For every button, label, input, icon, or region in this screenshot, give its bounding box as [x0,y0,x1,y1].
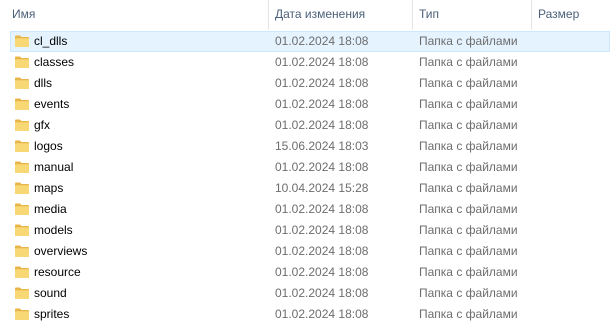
folder-icon [14,202,30,216]
folder-icon [14,181,30,195]
file-date-modified: 01.02.2024 18:08 [275,265,369,279]
file-row[interactable]: resource 01.02.2024 18:08 Папка с файлами [10,262,610,283]
file-type: Папка с файлами [419,286,518,300]
folder-icon [14,286,30,300]
file-name: dlls [34,76,53,90]
file-row[interactable]: manual 01.02.2024 18:08 Папка с файлами [10,157,610,178]
sort-ascending-icon: ⌃ [137,0,146,7]
folder-icon [14,244,30,258]
file-type: Папка с файлами [419,118,518,132]
file-row[interactable]: classes 01.02.2024 18:08 Папка с файлами [10,52,610,73]
file-type: Папка с файлами [419,55,518,69]
column-header-date-label: Дата изменения [275,7,366,21]
column-header-size[interactable]: Размер [531,0,610,30]
file-row[interactable]: sprites 01.02.2024 18:08 Папка с файлами [10,304,610,325]
file-name: cl_dlls [34,34,68,48]
file-name: resource [34,265,81,279]
file-type: Папка с файлами [419,181,518,195]
folder-icon [14,160,30,174]
folder-icon [14,265,30,279]
file-type: Папка с файлами [419,76,518,90]
file-name: overviews [34,244,88,258]
file-date-modified: 01.02.2024 18:08 [275,55,369,69]
file-type: Папка с файлами [419,139,518,153]
file-row[interactable]: events 01.02.2024 18:08 Папка с файлами [10,94,610,115]
file-row[interactable]: cl_dlls 01.02.2024 18:08 Папка с файлами [10,31,610,52]
file-name: events [34,97,70,111]
file-name: models [34,223,73,237]
file-date-modified: 10.04.2024 15:28 [275,181,369,195]
column-header-date[interactable]: Дата изменения [268,0,411,30]
file-date-modified: 01.02.2024 18:08 [275,76,369,90]
file-date-modified: 01.02.2024 18:08 [275,202,369,216]
file-date-modified: 01.02.2024 18:08 [275,97,369,111]
folder-icon [14,55,30,69]
file-date-modified: 01.02.2024 18:08 [275,244,369,258]
folder-icon [14,76,30,90]
folder-icon [14,97,30,111]
file-type: Папка с файлами [419,160,518,174]
column-header-type-label: Тип [419,7,440,21]
file-date-modified: 01.02.2024 18:08 [275,34,369,48]
file-name: sprites [34,307,70,321]
file-type: Папка с файлами [419,244,518,258]
folder-icon [14,307,30,321]
file-row[interactable]: dlls 01.02.2024 18:08 Папка с файлами [10,73,610,94]
file-date-modified: 15.06.2024 18:03 [275,139,369,153]
file-date-modified: 01.02.2024 18:08 [275,286,369,300]
file-type: Папка с файлами [419,202,518,216]
file-name: classes [34,55,75,69]
file-row[interactable]: models 01.02.2024 18:08 Папка с файлами [10,220,610,241]
file-date-modified: 01.02.2024 18:08 [275,160,369,174]
file-name: gfx [34,118,51,132]
file-type: Папка с файлами [419,223,518,237]
folder-icon [14,139,30,153]
file-name: logos [34,139,63,153]
file-row[interactable]: sound 01.02.2024 18:08 Папка с файлами [10,283,610,304]
folder-icon [14,223,30,237]
file-row[interactable]: overviews 01.02.2024 18:08 Папка с файлами [10,241,610,262]
column-header-size-label: Размер [538,7,580,21]
column-header-type[interactable]: Тип [412,0,530,30]
file-name: sound [34,286,67,300]
file-row[interactable]: logos 15.06.2024 18:03 Папка с файлами [10,136,610,157]
column-header-name[interactable]: Имя ⌃ [6,0,266,30]
file-row[interactable]: gfx 01.02.2024 18:08 Папка с файлами [10,115,610,136]
folder-icon [14,118,30,132]
file-row[interactable]: maps 10.04.2024 15:28 Папка с файлами [10,178,610,199]
file-row[interactable]: media 01.02.2024 18:08 Папка с файлами [10,199,610,220]
column-header-name-label: Имя [12,7,36,21]
column-header-bar: Имя ⌃ Дата изменения Тип Размер [0,0,610,30]
folder-icon [14,34,30,48]
file-date-modified: 01.02.2024 18:08 [275,307,369,321]
file-type: Папка с файлами [419,307,518,321]
file-date-modified: 01.02.2024 18:08 [275,118,369,132]
file-type: Папка с файлами [419,34,518,48]
file-name: media [34,202,67,216]
file-type: Папка с файлами [419,97,518,111]
file-name: maps [34,181,64,195]
file-type: Папка с файлами [419,265,518,279]
file-date-modified: 01.02.2024 18:08 [275,223,369,237]
file-name: manual [34,160,74,174]
